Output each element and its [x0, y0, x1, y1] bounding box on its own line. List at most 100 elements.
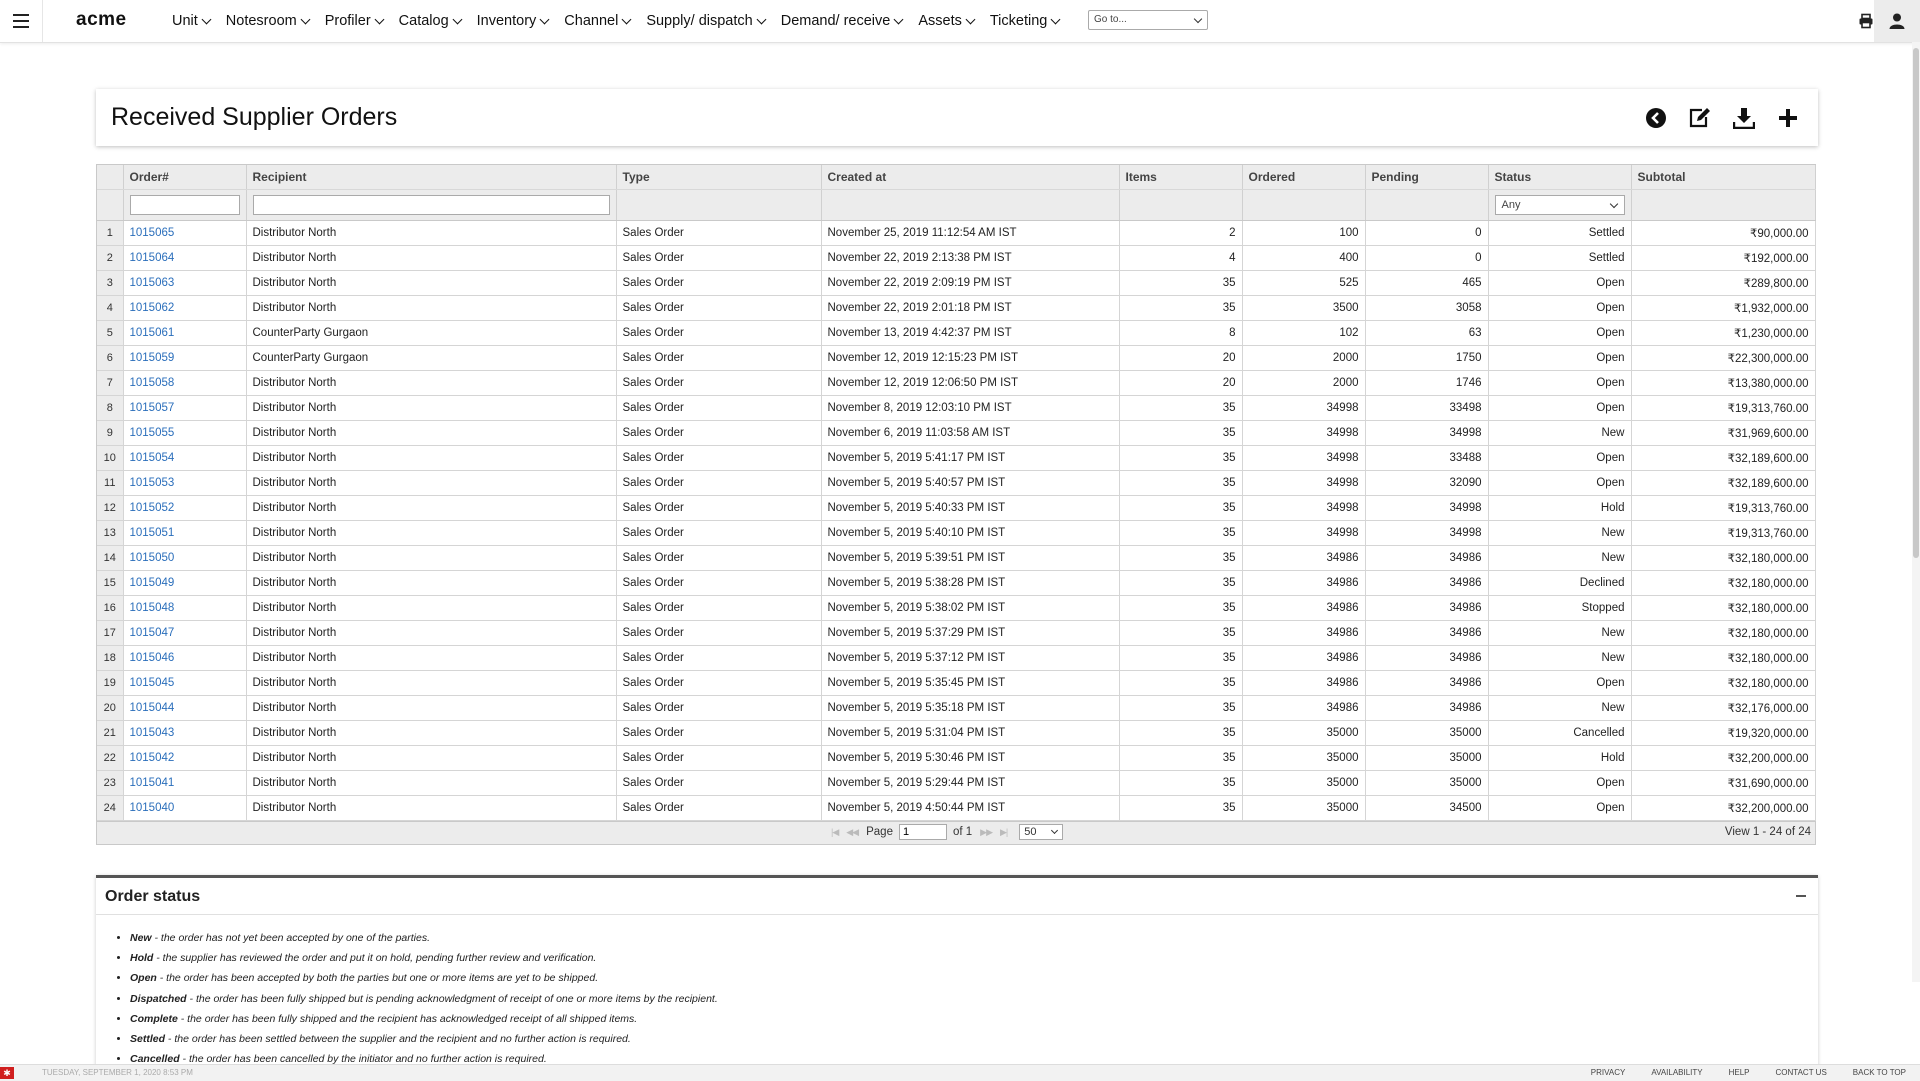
order-link[interactable]: 1015059 [130, 352, 175, 364]
cell-order-id[interactable]: 1015047 [123, 620, 247, 646]
order-link[interactable]: 1015058 [130, 377, 175, 389]
order-link[interactable]: 1015054 [130, 452, 175, 464]
footer-link-back-to-top[interactable]: BACK TO TOP [1853, 1068, 1906, 1077]
cell-order-id[interactable]: 1015064 [123, 245, 247, 271]
column-header-created-at[interactable]: Created at [821, 165, 1120, 190]
cell-order-id[interactable]: 1015054 [123, 445, 247, 471]
order-link[interactable]: 1015049 [130, 577, 175, 589]
order-link[interactable]: 1015050 [130, 552, 175, 564]
order-link[interactable]: 1015041 [130, 777, 175, 789]
menu-profiler[interactable]: Profiler [325, 13, 385, 29]
table-row[interactable]: 23 1015041 Distributor North Sales Order Nov… [97, 770, 1816, 796]
cell-order-id[interactable]: 1015048 [123, 595, 247, 621]
menu-assets[interactable]: Assets [918, 13, 976, 29]
table-row[interactable]: 6 1015059 CounterParty Gurgaon Sales Order N… [97, 345, 1816, 371]
cell-order-id[interactable]: 1015040 [123, 795, 247, 821]
order-filter-input[interactable] [129, 195, 240, 215]
table-row[interactable]: 1 1015065 Distributor North Sales Order Nove… [97, 220, 1816, 246]
cell-order-id[interactable]: 1015051 [123, 520, 247, 546]
column-header-pending[interactable]: Pending [1365, 165, 1489, 190]
table-row[interactable]: 22 1015042 Distributor North Sales Order Nov… [97, 745, 1816, 771]
recipient-filter-input[interactable] [252, 195, 610, 215]
table-row[interactable]: 14 1015050 Distributor North Sales Order Nov… [97, 545, 1816, 571]
order-link[interactable]: 1015064 [130, 252, 175, 264]
page-scrollbar[interactable] [1912, 42, 1920, 982]
table-row[interactable]: 15 1015049 Distributor North Sales Order Nov… [97, 570, 1816, 596]
menu-unit[interactable]: Unit [172, 13, 212, 29]
page-size-select[interactable]: 50 [1019, 824, 1064, 840]
status-filter-select[interactable]: Any [1494, 195, 1625, 215]
cell-order-id[interactable]: 1015062 [123, 295, 247, 321]
cell-order-id[interactable]: 1015055 [123, 420, 247, 446]
logo[interactable]: acme [76, 9, 127, 31]
order-link[interactable]: 1015042 [130, 752, 175, 764]
column-header-ordered[interactable]: Ordered [1242, 165, 1366, 190]
order-link[interactable]: 1015040 [130, 802, 175, 814]
table-row[interactable]: 10 1015054 Distributor North Sales Order Nov… [97, 445, 1816, 471]
order-link[interactable]: 1015047 [130, 627, 175, 639]
download-icon[interactable] [1730, 104, 1758, 132]
table-row[interactable]: 5 1015061 CounterParty Gurgaon Sales Order N… [97, 320, 1816, 346]
order-link[interactable]: 1015052 [130, 502, 175, 514]
first-page-icon[interactable]: |◀ [831, 827, 839, 838]
order-link[interactable]: 1015062 [130, 302, 175, 314]
table-row[interactable]: 24 1015040 Distributor North Sales Order Nov… [97, 795, 1816, 821]
order-link[interactable]: 1015045 [130, 677, 175, 689]
next-page-icon[interactable]: ▶▶ [980, 827, 993, 838]
cell-order-id[interactable]: 1015057 [123, 395, 247, 421]
order-link[interactable]: 1015043 [130, 727, 175, 739]
hamburger-menu-icon[interactable] [0, 0, 43, 42]
table-row[interactable]: 11 1015053 Distributor North Sales Order Nov… [97, 470, 1816, 496]
table-row[interactable]: 4 1015062 Distributor North Sales Order Nove… [97, 295, 1816, 321]
table-row[interactable]: 8 1015057 Distributor North Sales Order Nove… [97, 395, 1816, 421]
table-row[interactable]: 12 1015052 Distributor North Sales Order Nov… [97, 495, 1816, 521]
edit-icon[interactable] [1686, 104, 1714, 132]
footer-link-availability[interactable]: AVAILABILITY [1651, 1068, 1702, 1077]
column-header-recipient[interactable]: Recipient [246, 165, 617, 190]
last-page-icon[interactable]: ▶| [1000, 827, 1008, 838]
table-row[interactable]: 21 1015043 Distributor North Sales Order Nov… [97, 720, 1816, 746]
order-link[interactable]: 1015048 [130, 602, 175, 614]
footer-link-contact[interactable]: CONTACT US [1776, 1068, 1827, 1077]
table-row[interactable]: 2 1015064 Distributor North Sales Order Nove… [97, 245, 1816, 271]
order-link[interactable]: 1015061 [130, 327, 175, 339]
order-link[interactable]: 1015065 [130, 227, 175, 239]
footer-link-help[interactable]: HELP [1729, 1068, 1750, 1077]
menu-channel[interactable]: Channel [564, 13, 632, 29]
footer-link-privacy[interactable]: PRIVACY [1591, 1068, 1626, 1077]
cell-order-id[interactable]: 1015065 [123, 220, 247, 246]
menu-demand-receive[interactable]: Demand/ receive [781, 13, 904, 29]
order-link[interactable]: 1015044 [130, 702, 175, 714]
order-link[interactable]: 1015063 [130, 277, 175, 289]
cell-order-id[interactable]: 1015059 [123, 345, 247, 371]
table-row[interactable]: 17 1015047 Distributor North Sales Order Nov… [97, 620, 1816, 646]
cell-order-id[interactable]: 1015044 [123, 695, 247, 721]
menu-ticketing[interactable]: Ticketing [990, 13, 1061, 29]
back-icon[interactable] [1642, 104, 1670, 132]
menu-catalog[interactable]: Catalog [399, 13, 463, 29]
column-header-type[interactable]: Type [616, 165, 822, 190]
cell-order-id[interactable]: 1015049 [123, 570, 247, 596]
order-link[interactable]: 1015046 [130, 652, 175, 664]
table-row[interactable]: 3 1015063 Distributor North Sales Order Nove… [97, 270, 1816, 296]
cell-order-id[interactable]: 1015043 [123, 720, 247, 746]
column-header-status[interactable]: Status [1488, 165, 1632, 190]
column-header-subtotal[interactable]: Subtotal [1631, 165, 1816, 190]
menu-inventory[interactable]: Inventory [477, 13, 550, 29]
table-row[interactable]: 7 1015058 Distributor North Sales Order Nove… [97, 370, 1816, 396]
table-row[interactable]: 13 1015051 Distributor North Sales Order Nov… [97, 520, 1816, 546]
table-row[interactable]: 18 1015046 Distributor North Sales Order Nov… [97, 645, 1816, 671]
cell-order-id[interactable]: 1015042 [123, 745, 247, 771]
page-number-input[interactable] [898, 824, 947, 840]
goto-select[interactable]: Go to... [1088, 10, 1208, 30]
order-link[interactable]: 1015055 [130, 427, 175, 439]
cell-order-id[interactable]: 1015045 [123, 670, 247, 696]
cell-order-id[interactable]: 1015053 [123, 470, 247, 496]
cell-order-id[interactable]: 1015041 [123, 770, 247, 796]
order-link[interactable]: 1015057 [130, 402, 175, 414]
table-row[interactable]: 19 1015045 Distributor North Sales Order Nov… [97, 670, 1816, 696]
table-row[interactable]: 20 1015044 Distributor North Sales Order Nov… [97, 695, 1816, 721]
order-link[interactable]: 1015053 [130, 477, 175, 489]
collapse-icon[interactable] [1796, 895, 1806, 897]
cell-order-id[interactable]: 1015061 [123, 320, 247, 346]
